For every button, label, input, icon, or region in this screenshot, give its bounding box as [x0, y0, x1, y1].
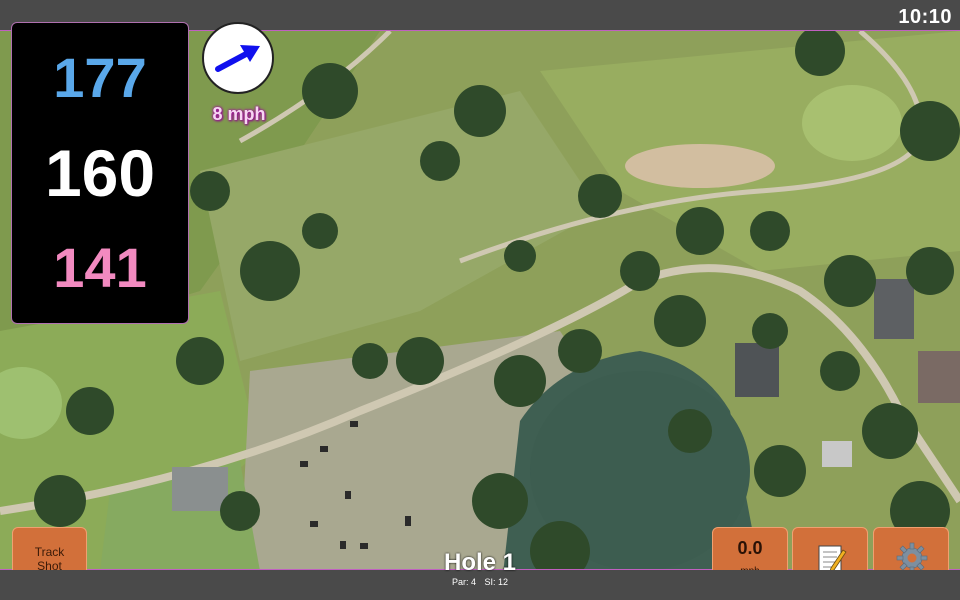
wind-direction-arrow-icon: [215, 45, 260, 72]
middle-yardage: 160: [44, 136, 156, 210]
hole-par: Par: 4: [451, 577, 476, 587]
track-shot-label-line1: Track: [34, 545, 65, 559]
speed-value: 0.0: [737, 538, 763, 558]
back-yardage: 177: [53, 46, 147, 109]
hole-title: Hole 1: [443, 549, 517, 576]
front-yardage: 141: [53, 236, 147, 299]
yardage-panel: 177 160 141: [11, 22, 189, 324]
hole-stroke-index: SI: 12: [484, 577, 509, 587]
wind-speed-label: 8 mph: [212, 104, 266, 124]
hole-info: Par: 4 SI: 12: [380, 577, 580, 587]
wind-indicator: [202, 22, 274, 94]
clock: 10:10: [898, 6, 952, 28]
